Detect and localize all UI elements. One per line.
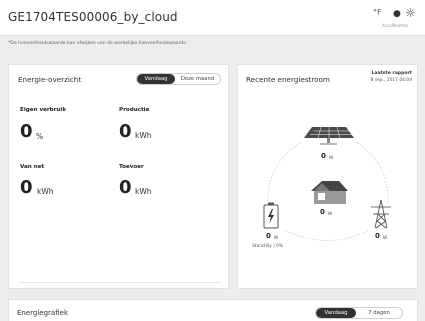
divider [19, 282, 221, 283]
house-power-unit: W [328, 211, 333, 216]
flow-line-solar-battery [267, 142, 301, 206]
weather-widget[interactable]: °F ● ☼ AccuWeather [371, 6, 421, 32]
metric-label-feed-in: Toevoer [119, 164, 144, 170]
energy-graph-card: Energiegrafiek Vandaag 7 dagen [8, 299, 418, 321]
metric-label-from-grid: Van net [20, 164, 45, 170]
toggle-today[interactable]: Vandaag [137, 74, 176, 84]
energy-overview-title: Energie-overzicht [18, 75, 82, 84]
solar-power-value: 0 [321, 152, 326, 160]
energy-overview-card: Energie-overzicht Vandaag Deze maand Eig… [8, 64, 229, 289]
power-grid-icon [371, 199, 391, 229]
metric-label-production: Productie [119, 107, 150, 113]
metric-label-self-consumption: Eigen verbruik [20, 107, 67, 113]
metric-unit-production: kWh [135, 131, 152, 140]
metric-value-production: 0 [119, 121, 132, 142]
temperature-unit: °F [373, 8, 382, 17]
energy-flow-diagram [263, 126, 391, 241]
solar-power-unit: W [329, 155, 334, 160]
energy-graph-title: Energiegrafiek [17, 309, 68, 317]
header: GE1704TES00006_by_cloud °F ● ☼ AccuWeath… [0, 0, 425, 36]
solar-panel-icon [304, 126, 354, 145]
metric-value-self-consumption: 0 [20, 121, 33, 142]
battery-power-value: 0 [266, 232, 271, 240]
battery-status: Stand-By | 0% [252, 244, 284, 249]
page-title: GE1704TES00006_by_cloud [8, 10, 178, 24]
overview-period-toggle: Vandaag Deze maand [136, 73, 221, 85]
weather-credit: AccuWeather [382, 23, 409, 28]
battery-icon [263, 202, 279, 229]
metric-unit-from-grid: kWh [37, 187, 54, 196]
graph-toggle-7-days[interactable]: 7 dagen [356, 308, 402, 318]
drop-icon: ● [393, 9, 401, 19]
house-power-value: 0 [320, 208, 325, 216]
flow-line-battery-grid [285, 230, 369, 241]
grid-power-unit: W [383, 235, 388, 240]
page: GE1704TES00006_by_cloud °F ● ☼ AccuWeath… [0, 0, 425, 321]
metric-unit-self-consumption: % [36, 132, 44, 141]
house-icon [311, 181, 348, 204]
disclaimer-note: *De hoeveelheidswaarde kan afwijken van … [8, 41, 188, 46]
sun-icon: ☼ [405, 6, 416, 20]
battery-power-unit: W [274, 235, 279, 240]
metric-value-from-grid: 0 [20, 177, 33, 198]
grid-power-value: 0 [375, 232, 380, 240]
flow-line-solar-grid [357, 142, 389, 206]
graph-period-toggle: Vandaag 7 dagen [315, 307, 403, 319]
graph-toggle-today[interactable]: Vandaag [316, 308, 357, 318]
toggle-this-month[interactable]: Deze maand [175, 74, 220, 84]
metric-unit-feed-in: kWh [135, 187, 152, 196]
energy-flow-card: Recente energiestroom Laatste rapport 8 … [237, 64, 418, 289]
metric-value-feed-in: 0 [119, 177, 132, 198]
